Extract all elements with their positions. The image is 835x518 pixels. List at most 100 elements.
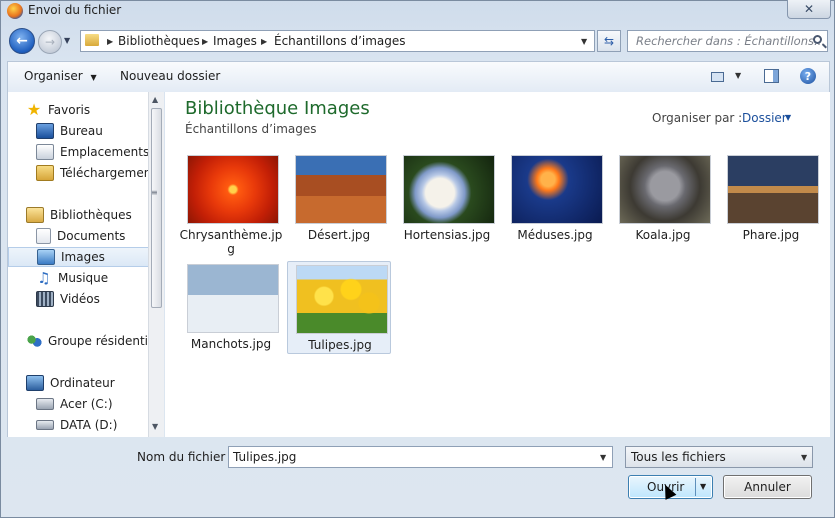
split-divider — [695, 478, 696, 496]
breadcrumb-item[interactable]: Bibliothèques — [118, 34, 200, 48]
sidebar-item-label: Musique — [58, 271, 109, 285]
scrollbar-thumb[interactable] — [151, 108, 162, 308]
thumbnail-image — [403, 155, 495, 224]
forward-arrow-icon: → — [44, 35, 56, 49]
thumbnail-image — [727, 155, 819, 224]
downloads-folder-icon — [36, 165, 54, 181]
file-dialog-window: Envoi du fichier ✕ ← → ▼ ▶ Bibliothèques… — [0, 0, 835, 518]
open-options-dropdown-icon[interactable]: ▼ — [700, 482, 706, 491]
documents-icon — [36, 228, 51, 244]
sidebar-item-homegroup[interactable]: Groupe résidentiel — [26, 331, 159, 351]
help-icon[interactable]: ? — [800, 68, 816, 84]
thumbnail-image — [619, 155, 711, 224]
file-list-pane: Bibliothèque Images Échantillons d’image… — [165, 92, 830, 437]
sidebar-item-label: Bibliothèques — [50, 208, 132, 222]
sidebar-item-drive-d[interactable]: DATA (D:) — [36, 415, 117, 435]
breadcrumb-item[interactable]: Échantillons d’images — [274, 34, 406, 48]
breadcrumb-separator-icon: ▶ — [202, 37, 209, 46]
sidebar-item-label: Téléchargements — [60, 166, 163, 180]
file-item[interactable]: Koala.jpg — [611, 155, 715, 245]
sidebar-item-downloads[interactable]: Téléchargements — [36, 163, 162, 183]
file-name: Manchots.jpg — [190, 337, 272, 351]
file-item[interactable]: Manchots.jpg — [179, 264, 283, 354]
view-dropdown-icon[interactable]: ▼ — [735, 71, 741, 80]
filename-dropdown-icon[interactable]: ▼ — [600, 453, 606, 462]
file-item-selected[interactable]: Tulipes.jpg — [287, 261, 391, 354]
sidebar-item-label: Groupe résidentiel — [48, 334, 159, 348]
library-subtitle: Échantillons d’images — [185, 122, 317, 136]
file-type-dropdown-icon[interactable]: ▼ — [801, 453, 807, 462]
file-type-select[interactable]: Tous les fichiers — [625, 446, 813, 468]
thumbnail-image — [296, 265, 388, 334]
file-name: Hortensias.jpg — [403, 228, 491, 242]
file-item[interactable]: Hortensias.jpg — [395, 155, 499, 245]
command-bar: Organiser ▼ Nouveau dossier ▼ ? — [7, 61, 830, 92]
star-icon: ★ — [26, 100, 42, 119]
sidebar-item-label: DATA (D:) — [60, 418, 118, 432]
filename-label: Nom du fichier : — [137, 450, 234, 464]
sidebar-item-label: Favoris — [48, 103, 91, 117]
hard-drive-icon — [36, 420, 54, 430]
desktop-icon — [36, 123, 54, 139]
history-dropdown-icon[interactable]: ▼ — [64, 36, 76, 46]
close-button[interactable]: ✕ — [787, 0, 831, 19]
file-item[interactable]: Méduses.jpg — [503, 155, 607, 245]
file-name: Koala.jpg — [635, 228, 691, 242]
sidebar-item-label: Bureau — [60, 124, 103, 138]
window-title: Envoi du fichier — [28, 3, 122, 17]
new-folder-button[interactable]: Nouveau dossier — [120, 69, 220, 83]
thumbnail-image — [295, 155, 387, 224]
film-strip-icon — [36, 291, 54, 307]
sidebar-item-libraries[interactable]: Bibliothèques — [26, 205, 132, 225]
preview-pane-icon[interactable] — [764, 69, 779, 83]
cancel-button[interactable]: Annuler — [723, 475, 812, 499]
sidebar-item-videos[interactable]: Vidéos — [36, 289, 100, 309]
arrange-by-dropdown[interactable]: Dossier — [742, 111, 787, 125]
thumbnail-image — [187, 155, 279, 224]
back-button[interactable]: ← — [9, 28, 35, 54]
forward-button[interactable]: → — [38, 30, 62, 54]
music-note-icon: ♫ — [37, 269, 51, 287]
chevron-down-icon: ▼ — [90, 73, 97, 82]
file-item[interactable]: Phare.jpg — [719, 155, 823, 245]
arrange-by-label: Organiser par : — [652, 111, 743, 125]
chevron-down-icon[interactable]: ▼ — [785, 113, 791, 122]
file-name: Chrysanthème.jpg — [179, 228, 283, 256]
breadcrumb-separator-icon: ▶ — [261, 37, 268, 46]
file-name: Phare.jpg — [742, 228, 800, 242]
sidebar-item-images[interactable]: Images — [8, 247, 149, 267]
sidebar-item-music[interactable]: ♫ Musique — [36, 268, 108, 288]
thumbnail-image — [511, 155, 603, 224]
navigation-scrollbar[interactable]: ▲ ≡ ▼ — [148, 92, 164, 437]
scroll-down-icon[interactable]: ▼ — [152, 422, 158, 431]
sidebar-item-computer[interactable]: Ordinateur — [26, 373, 115, 393]
organize-menu-button[interactable]: Organiser ▼ — [24, 69, 97, 83]
firefox-icon — [7, 3, 23, 19]
sidebar-item-label: Documents — [57, 229, 126, 243]
sidebar-item-documents[interactable]: Documents — [36, 226, 125, 246]
navigation-pane: ★ Favoris Bureau Emplacements récents Té… — [7, 92, 164, 437]
filename-input[interactable]: Tulipes.jpg — [228, 446, 613, 468]
address-dropdown-icon[interactable]: ▼ — [581, 37, 587, 46]
address-bar[interactable]: ▶ Bibliothèques ▶ Images ▶ Échantillons … — [80, 30, 595, 52]
sidebar-item-label: Vidéos — [60, 292, 100, 306]
recent-places-icon — [36, 144, 54, 160]
breadcrumb-separator-icon: ▶ — [107, 37, 114, 46]
scroll-up-icon[interactable]: ▲ — [152, 95, 158, 104]
search-icon[interactable] — [813, 35, 822, 44]
sidebar-item-recent-places[interactable]: Emplacements récents — [36, 142, 164, 162]
file-item[interactable]: Désert.jpg — [287, 155, 391, 245]
sidebar-item-favorites[interactable]: ★ Favoris — [26, 100, 90, 120]
view-options-icon[interactable] — [711, 72, 724, 82]
library-title: Bibliothèque Images — [185, 98, 370, 119]
search-input[interactable]: Rechercher dans : Échantillons... — [627, 30, 828, 52]
sidebar-item-desktop[interactable]: Bureau — [36, 121, 103, 141]
refresh-button[interactable]: ⇆ — [597, 30, 621, 52]
hard-drive-icon — [36, 398, 54, 410]
sidebar-item-drive-c[interactable]: Acer (C:) — [36, 394, 113, 414]
organize-label: Organiser — [24, 69, 83, 83]
computer-icon — [26, 375, 44, 391]
breadcrumb-item[interactable]: Images — [213, 34, 257, 48]
file-name: Désert.jpg — [307, 228, 371, 242]
file-item[interactable]: Chrysanthème.jpg — [179, 155, 283, 261]
